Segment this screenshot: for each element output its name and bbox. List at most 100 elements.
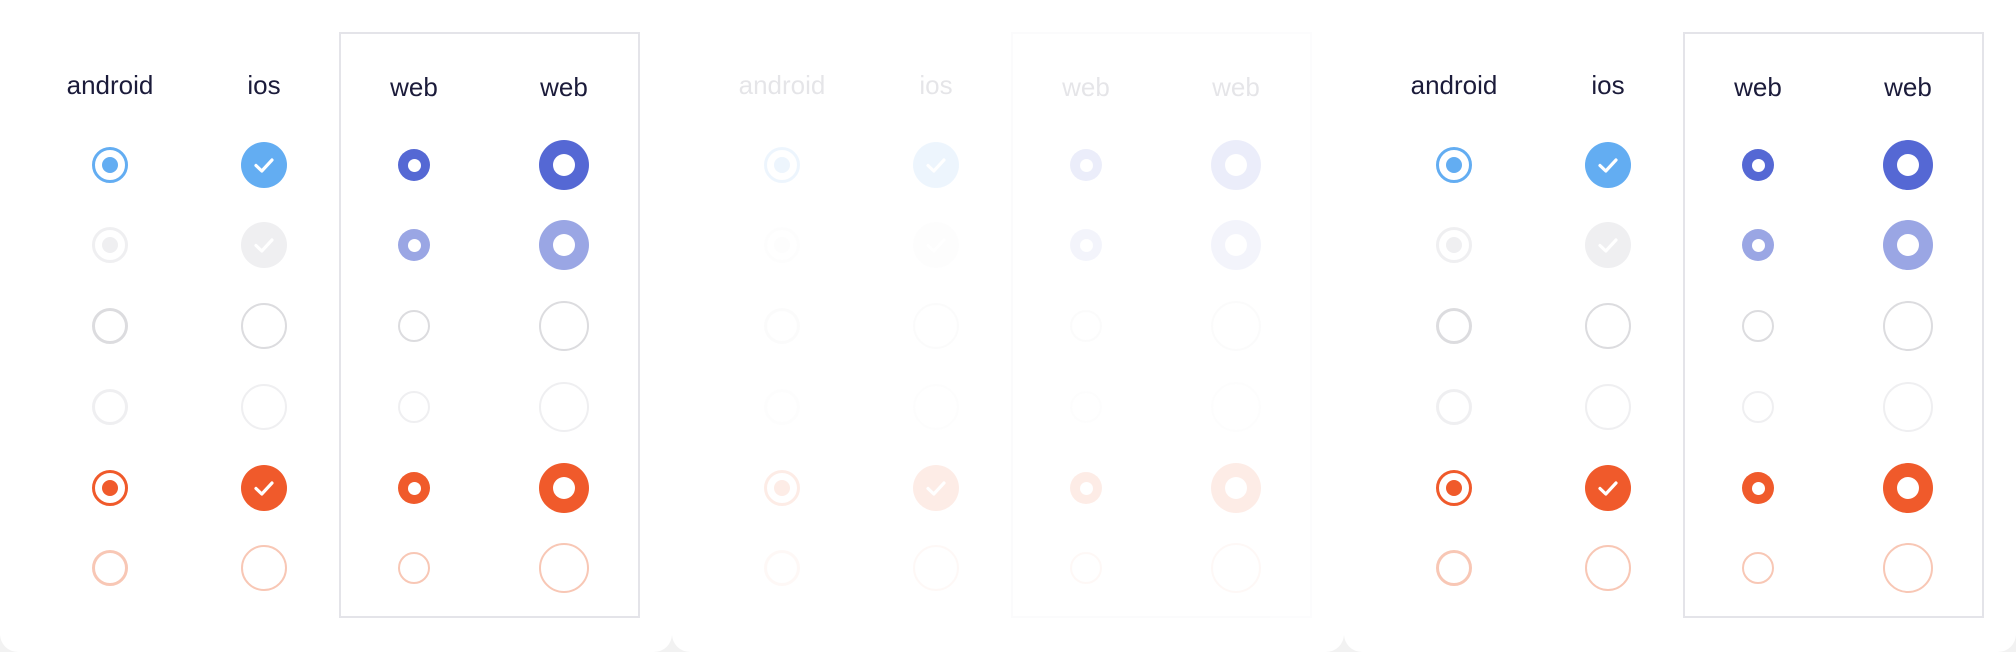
android-radio-unselected[interactable]: [764, 308, 800, 344]
column-header-web-radio-small: web: [390, 72, 438, 102]
web-radio-small-unselected[interactable]: [1742, 310, 1774, 342]
web-radio-large-selected-disabled[interactable]: [1211, 220, 1261, 270]
web-radio-large-selected-disabled[interactable]: [539, 220, 589, 270]
radio-dot-icon: [1079, 481, 1093, 495]
ios-checkbox-selected-blue[interactable]: [241, 142, 287, 188]
radio-dot-icon: [102, 157, 118, 173]
radio-dot-icon: [1446, 237, 1462, 253]
ios-checkbox-unselected[interactable]: [913, 303, 959, 349]
web-radio-small-selected-disabled[interactable]: [1070, 229, 1102, 261]
radio-dot-icon: [553, 154, 575, 176]
radio-dot-icon: [407, 238, 421, 252]
android-radio-unselected-disabled[interactable]: [92, 389, 128, 425]
radio-dot-icon: [774, 480, 790, 496]
android-radio-selected-disabled[interactable]: [92, 227, 128, 263]
radio-dot-icon: [1446, 157, 1462, 173]
column-header-ios-checkbox: ios: [1591, 70, 1625, 100]
web-radio-small-unselected-error[interactable]: [1070, 552, 1102, 584]
web-radio-large-unselected[interactable]: [539, 301, 589, 351]
radio-dot-icon: [774, 157, 790, 173]
web-radio-large-unselected[interactable]: [1211, 301, 1261, 351]
ios-checkbox-selected-error[interactable]: [1585, 465, 1631, 511]
ios-checkbox-selected-blue[interactable]: [1585, 142, 1631, 188]
web-radio-small-unselected-error[interactable]: [1742, 552, 1774, 584]
web-radio-small-unselected-disabled[interactable]: [1742, 391, 1774, 423]
android-radio-unselected-error[interactable]: [92, 550, 128, 586]
ios-checkbox-unselected-error[interactable]: [913, 545, 959, 591]
checkmark-icon: [1595, 152, 1621, 178]
android-radio-selected-blue[interactable]: [764, 147, 800, 183]
web-radio-large-selected-disabled[interactable]: [1883, 220, 1933, 270]
android-radio-selected-blue[interactable]: [92, 147, 128, 183]
ios-checkbox-selected-disabled[interactable]: [1585, 222, 1631, 268]
web-radio-large-unselected[interactable]: [1883, 301, 1933, 351]
web-radio-small-unselected-disabled[interactable]: [1070, 391, 1102, 423]
web-radio-small-unselected[interactable]: [398, 310, 430, 342]
radio-dot-icon: [553, 234, 575, 256]
android-radio-selected-error[interactable]: [92, 470, 128, 506]
web-radio-large-unselected-error[interactable]: [1211, 543, 1261, 593]
panel-content: android ios web web: [672, 0, 1344, 652]
web-radio-large-unselected-disabled[interactable]: [1211, 382, 1261, 432]
column-header-web-radio-small: web: [1734, 72, 1782, 102]
ios-checkbox-selected-disabled[interactable]: [241, 222, 287, 268]
android-radio-unselected-disabled[interactable]: [764, 389, 800, 425]
web-radio-large-unselected-disabled[interactable]: [1883, 382, 1933, 432]
web-radio-small-selected-disabled[interactable]: [1742, 229, 1774, 261]
android-radio-unselected-disabled[interactable]: [1436, 389, 1472, 425]
android-radio-unselected[interactable]: [92, 308, 128, 344]
web-radio-large-selected-blue[interactable]: [1211, 140, 1261, 190]
web-radio-small-selected-blue[interactable]: [1742, 149, 1774, 181]
ios-checkbox-unselected-error[interactable]: [241, 545, 287, 591]
android-radio-selected-blue[interactable]: [1436, 147, 1472, 183]
android-radio-unselected-error[interactable]: [764, 550, 800, 586]
panel-content: android ios web web: [0, 0, 672, 652]
radio-dot-icon: [1225, 234, 1247, 256]
android-radio-unselected-error[interactable]: [1436, 550, 1472, 586]
checkmark-icon: [251, 232, 277, 258]
web-radio-large-selected-blue[interactable]: [539, 140, 589, 190]
web-radio-small-selected-error[interactable]: [398, 472, 430, 504]
web-radio-small-selected-blue[interactable]: [1070, 149, 1102, 181]
android-radio-unselected[interactable]: [1436, 308, 1472, 344]
web-radio-large-selected-error[interactable]: [539, 463, 589, 513]
web-radio-small-unselected-error[interactable]: [398, 552, 430, 584]
ios-checkbox-selected-error[interactable]: [241, 465, 287, 511]
radio-dot-icon: [1897, 234, 1919, 256]
web-radio-small-selected-disabled[interactable]: [398, 229, 430, 261]
ios-checkbox-unselected-disabled[interactable]: [1585, 384, 1631, 430]
android-radio-selected-disabled[interactable]: [764, 227, 800, 263]
ios-checkbox-selected-blue[interactable]: [913, 142, 959, 188]
android-radio-selected-disabled[interactable]: [1436, 227, 1472, 263]
web-radio-large-unselected-error[interactable]: [1883, 543, 1933, 593]
radio-dot-icon: [1751, 238, 1765, 252]
column-header-web-radio-large: web: [540, 72, 588, 102]
web-variants-box: [339, 32, 640, 618]
radio-dot-icon: [1225, 477, 1247, 499]
web-radio-small-selected-error[interactable]: [1742, 472, 1774, 504]
web-radio-large-selected-blue[interactable]: [1883, 140, 1933, 190]
web-radio-large-unselected-error[interactable]: [539, 543, 589, 593]
web-radio-small-unselected-disabled[interactable]: [398, 391, 430, 423]
ios-checkbox-unselected-error[interactable]: [1585, 545, 1631, 591]
web-radio-small-unselected[interactable]: [1070, 310, 1102, 342]
column-header-web-radio-large: web: [1212, 72, 1260, 102]
android-radio-selected-error[interactable]: [764, 470, 800, 506]
web-radio-large-selected-error[interactable]: [1883, 463, 1933, 513]
state-panel-2: android ios web web: [672, 0, 1344, 652]
android-radio-selected-error[interactable]: [1436, 470, 1472, 506]
ios-checkbox-unselected[interactable]: [1585, 303, 1631, 349]
ios-checkbox-selected-error[interactable]: [913, 465, 959, 511]
column-header-android-radio: android: [1410, 70, 1498, 100]
web-radio-large-unselected-disabled[interactable]: [539, 382, 589, 432]
radio-dot-icon: [1225, 154, 1247, 176]
ios-checkbox-unselected[interactable]: [241, 303, 287, 349]
radio-dot-icon: [774, 237, 790, 253]
ios-checkbox-unselected-disabled[interactable]: [241, 384, 287, 430]
ios-checkbox-unselected-disabled[interactable]: [913, 384, 959, 430]
web-radio-small-selected-blue[interactable]: [398, 149, 430, 181]
web-variants-box: [1683, 32, 1984, 618]
ios-checkbox-selected-disabled[interactable]: [913, 222, 959, 268]
web-radio-small-selected-error[interactable]: [1070, 472, 1102, 504]
web-radio-large-selected-error[interactable]: [1211, 463, 1261, 513]
